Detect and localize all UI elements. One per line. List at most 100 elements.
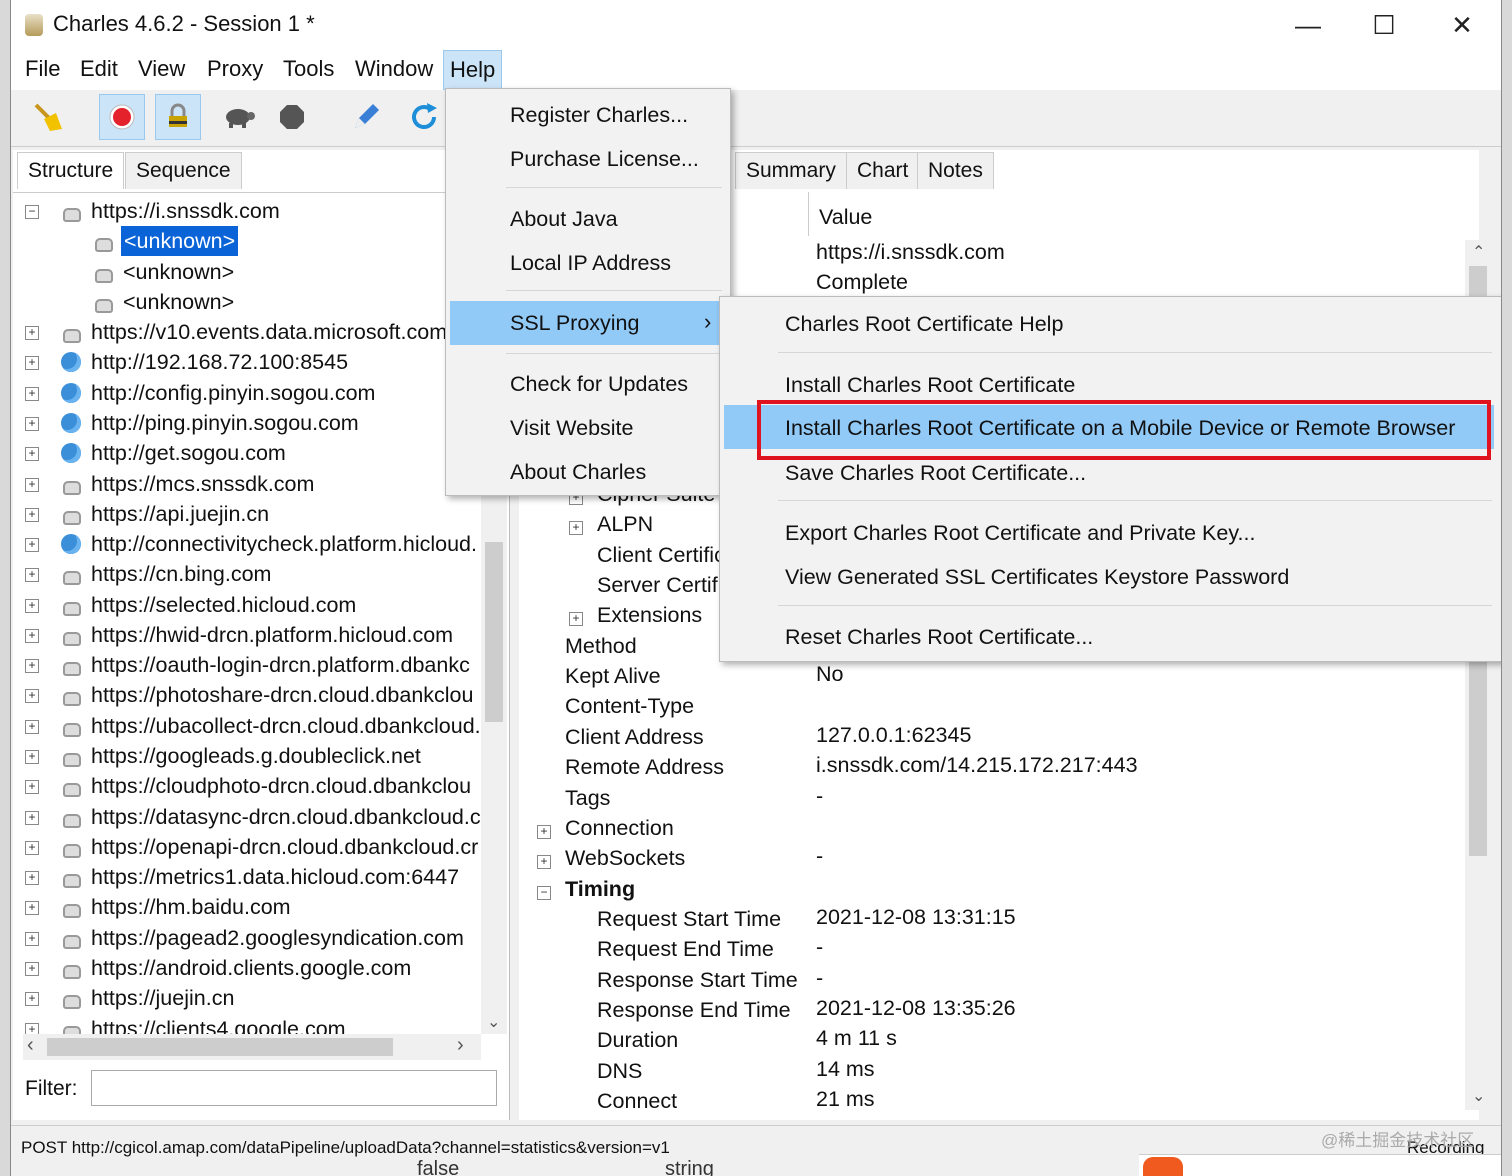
collapse-icon[interactable]: − bbox=[25, 205, 39, 219]
expand-icon[interactable]: + bbox=[25, 931, 39, 946]
submenu-item-reset-root-cert[interactable]: Reset Charles Root Certificate... bbox=[785, 625, 1093, 650]
tab-summary[interactable]: Summary bbox=[735, 152, 847, 189]
menu-help[interactable]: Help bbox=[443, 50, 503, 90]
submenu-item-export-root-cert[interactable]: Export Charles Root Certificate and Priv… bbox=[785, 521, 1255, 546]
tree-row[interactable]: + https://cn.bing.com bbox=[13, 559, 481, 589]
expand-icon[interactable]: + bbox=[25, 871, 39, 886]
tab-sequence[interactable]: Sequence bbox=[125, 152, 242, 189]
tree-row[interactable]: + http://config.pinyin.sogou.com bbox=[13, 378, 481, 408]
scroll-up-icon[interactable]: ⌃ bbox=[1472, 242, 1485, 262]
broom-icon[interactable] bbox=[25, 94, 71, 140]
menu-tools[interactable]: Tools bbox=[277, 50, 340, 88]
pen-icon[interactable] bbox=[343, 94, 389, 140]
tree-row[interactable]: + https://android.clients.google.com bbox=[13, 953, 481, 983]
tree-row[interactable]: + https://openapi-drcn.cloud.dbankcloud.c… bbox=[13, 832, 481, 862]
tree-row[interactable]: + http://get.sogou.com bbox=[13, 438, 481, 468]
tab-structure[interactable]: Structure bbox=[17, 152, 125, 189]
expand-icon[interactable]: + bbox=[25, 901, 39, 916]
collapse-icon[interactable]: − bbox=[537, 885, 551, 900]
tree-row[interactable]: + https://datasync-drcn.cloud.dbankcloud.… bbox=[13, 802, 481, 832]
menu-item-ssl-proxying[interactable]: SSL Proxying › bbox=[450, 301, 722, 345]
expand-icon[interactable]: + bbox=[25, 992, 39, 1007]
menu-item-register[interactable]: Register Charles... bbox=[510, 103, 688, 128]
expand-icon[interactable]: + bbox=[25, 538, 39, 553]
menu-proxy[interactable]: Proxy bbox=[201, 50, 269, 88]
tree-row[interactable]: + https://selected.hicloud.com bbox=[13, 590, 481, 620]
tree-row[interactable]: + http://192.168.72.100:8545 bbox=[13, 347, 481, 377]
tab-notes[interactable]: Notes bbox=[917, 152, 994, 189]
expand-icon[interactable]: + bbox=[25, 750, 39, 765]
menu-view[interactable]: View bbox=[132, 50, 191, 88]
refresh-icon[interactable] bbox=[401, 94, 447, 140]
tab-chart[interactable]: Chart bbox=[846, 152, 920, 189]
tree-row[interactable]: + http://ping.pinyin.sogou.com bbox=[13, 408, 481, 438]
expand-icon[interactable]: + bbox=[25, 719, 39, 734]
tree-row[interactable]: <unknown> bbox=[13, 226, 481, 257]
tree-row[interactable]: + https://metrics1.data.hicloud.com:6447 bbox=[13, 862, 481, 892]
tree-row[interactable]: + https://clients4.google.com bbox=[13, 1014, 481, 1035]
minimize-button[interactable]: — bbox=[1285, 8, 1331, 42]
tree-row[interactable]: <unknown> bbox=[13, 257, 481, 287]
tree-row[interactable]: + https://hwid-drcn.platform.hicloud.com bbox=[13, 620, 481, 650]
filter-input[interactable] bbox=[91, 1070, 497, 1106]
expand-icon[interactable]: + bbox=[25, 356, 39, 371]
menu-item-purchase[interactable]: Purchase License... bbox=[510, 147, 699, 172]
tree-row[interactable]: + https://pagead2.googlesyndication.com bbox=[13, 923, 481, 953]
expand-icon[interactable]: + bbox=[25, 386, 39, 401]
expand-icon[interactable]: + bbox=[25, 962, 39, 976]
menu-item-about-java[interactable]: About Java bbox=[510, 207, 618, 232]
tree-row[interactable]: + https://photoshare-drcn.cloud.dbankclou bbox=[13, 680, 481, 710]
menu-item-about-charles[interactable]: About Charles bbox=[510, 460, 646, 485]
tree-row[interactable]: <unknown> bbox=[13, 287, 481, 317]
expand-icon[interactable]: + bbox=[25, 477, 39, 492]
expand-icon[interactable]: + bbox=[25, 326, 39, 341]
menu-item-visit-website[interactable]: Visit Website bbox=[510, 416, 633, 441]
tree-row[interactable]: + https://ubacollect-drcn.cloud.dbankclou… bbox=[13, 711, 481, 741]
submenu-item-root-cert-help[interactable]: Charles Root Certificate Help bbox=[785, 312, 1063, 337]
expand-icon[interactable]: + bbox=[25, 598, 39, 613]
menu-item-check-updates[interactable]: Check for Updates bbox=[510, 372, 688, 397]
expand-icon[interactable]: + bbox=[25, 780, 39, 795]
submenu-item-view-keystore-password[interactable]: View Generated SSL Certificates Keystore… bbox=[785, 565, 1289, 590]
tree-row[interactable]: + https://juejin.cn bbox=[13, 983, 481, 1013]
menu-item-local-ip[interactable]: Local IP Address bbox=[510, 251, 671, 276]
ssl-lock-icon[interactable] bbox=[155, 94, 201, 140]
tree-row[interactable]: + https://api.juejin.cn bbox=[13, 499, 481, 529]
expand-icon[interactable]: + bbox=[537, 855, 551, 870]
stop-icon[interactable] bbox=[269, 94, 315, 140]
expand-icon[interactable]: + bbox=[569, 521, 583, 536]
expand-icon[interactable]: + bbox=[25, 507, 39, 522]
expand-icon[interactable]: + bbox=[25, 659, 39, 674]
scroll-right-icon[interactable]: › bbox=[457, 1034, 464, 1057]
scroll-down-icon[interactable]: ⌄ bbox=[487, 1012, 500, 1032]
expand-icon[interactable]: + bbox=[537, 824, 551, 839]
expand-icon[interactable]: + bbox=[25, 840, 39, 855]
submenu-item-save-root-cert[interactable]: Save Charles Root Certificate... bbox=[785, 461, 1086, 486]
expand-icon[interactable]: + bbox=[25, 447, 39, 462]
expand-icon[interactable]: + bbox=[25, 416, 39, 431]
tree-row[interactable]: + https://googleads.g.doubleclick.net bbox=[13, 741, 481, 771]
submenu-item-install-root-cert[interactable]: Install Charles Root Certificate bbox=[785, 373, 1075, 398]
expand-icon[interactable]: + bbox=[569, 612, 583, 627]
tree-row[interactable]: + https://v10.events.data.microsoft.com bbox=[13, 317, 481, 347]
scroll-thumb[interactable] bbox=[485, 542, 503, 722]
expand-icon[interactable]: + bbox=[25, 568, 39, 583]
tree-row[interactable]: + http://connectivitycheck.platform.hiclo… bbox=[13, 529, 481, 559]
tree-row[interactable]: + https://hm.baidu.com bbox=[13, 892, 481, 922]
tree-horizontal-scrollbar[interactable]: ‹ › bbox=[23, 1034, 481, 1060]
tree-row[interactable]: + https://oauth-login-drcn.platform.dbank… bbox=[13, 650, 481, 680]
tree-row[interactable]: + https://mcs.snssdk.com bbox=[13, 469, 481, 499]
menu-file[interactable]: File bbox=[19, 50, 66, 88]
scroll-left-icon[interactable]: ‹ bbox=[27, 1034, 34, 1057]
expand-icon[interactable]: + bbox=[25, 628, 39, 643]
close-button[interactable]: ✕ bbox=[1439, 8, 1485, 42]
menu-edit[interactable]: Edit bbox=[74, 50, 124, 88]
turtle-icon[interactable] bbox=[215, 94, 261, 140]
tree-row[interactable]: + https://cloudphoto-drcn.cloud.dbankclou bbox=[13, 771, 481, 801]
tree-row[interactable]: − https://i.snssdk.com bbox=[13, 196, 481, 226]
expand-icon[interactable]: + bbox=[25, 689, 39, 704]
record-icon[interactable] bbox=[99, 94, 145, 140]
menu-window[interactable]: Window bbox=[349, 50, 439, 88]
expand-icon[interactable]: + bbox=[25, 810, 39, 825]
maximize-button[interactable]: ☐ bbox=[1361, 8, 1407, 42]
